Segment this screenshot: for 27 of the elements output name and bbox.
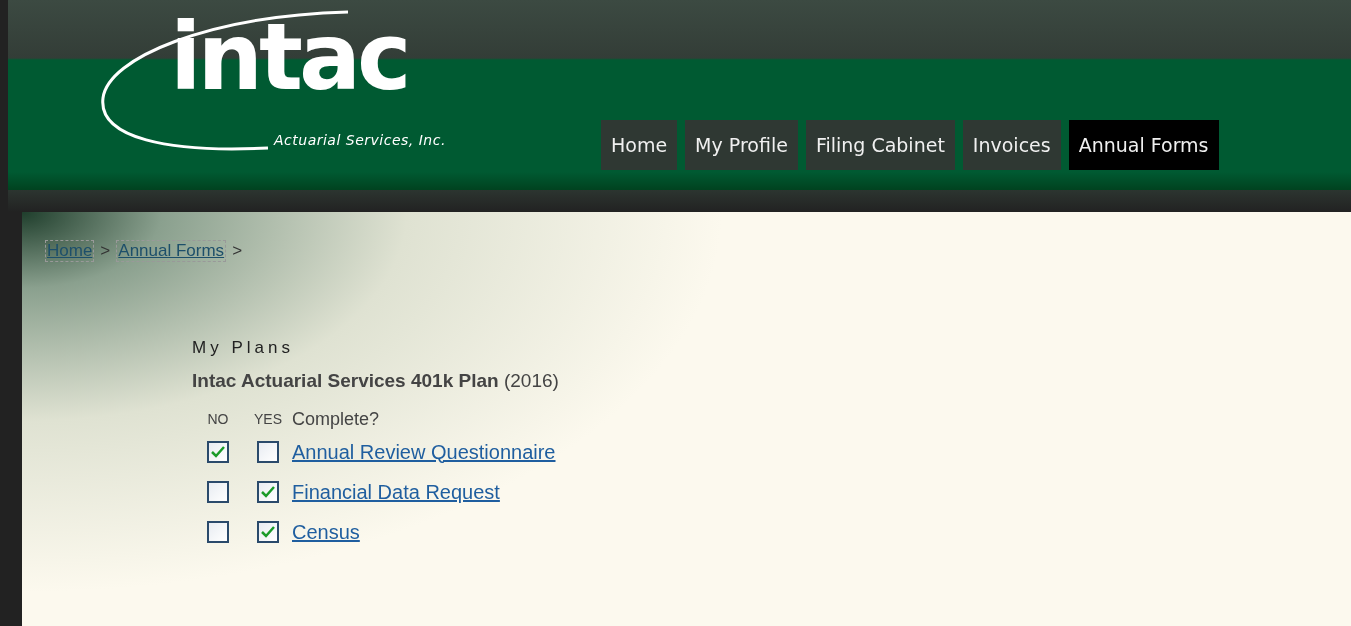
nav-tab[interactable]: Annual Forms (1068, 120, 1219, 170)
checkbox[interactable] (257, 481, 279, 503)
logo-text: intac (170, 12, 408, 104)
nav-tab[interactable]: Invoices (962, 120, 1061, 170)
checkbox[interactable] (207, 521, 229, 543)
breadcrumb-separator: > (100, 241, 111, 261)
column-header: NO (207, 411, 229, 427)
section-title: My Plans (192, 338, 295, 358)
column-header: Complete? (292, 408, 380, 430)
nav-tab[interactable]: Home (601, 120, 678, 170)
checkbox[interactable] (257, 521, 279, 543)
checkbox[interactable] (207, 481, 229, 503)
checkbox[interactable] (257, 441, 279, 463)
check-icon (211, 446, 225, 458)
form-link[interactable]: Census (292, 520, 360, 544)
nav-tab[interactable]: My Profile (685, 120, 798, 170)
form-link[interactable]: Financial Data Request (292, 480, 500, 504)
form-link[interactable]: Annual Review Questionnaire (292, 440, 556, 464)
logo-tagline: Actuarial Services, Inc. (274, 132, 446, 148)
check-icon (261, 486, 275, 498)
check-icon (261, 526, 275, 538)
column-header: YES (254, 411, 282, 427)
nav-tab[interactable]: Filing Cabinet (805, 120, 955, 170)
breadcrumb-link[interactable]: Annual Forms (116, 240, 227, 262)
plan-title: Intac Actuarial Services 401k Plan (2016) (192, 370, 560, 392)
breadcrumb-separator: > (232, 241, 243, 261)
checkbox[interactable] (207, 441, 229, 463)
